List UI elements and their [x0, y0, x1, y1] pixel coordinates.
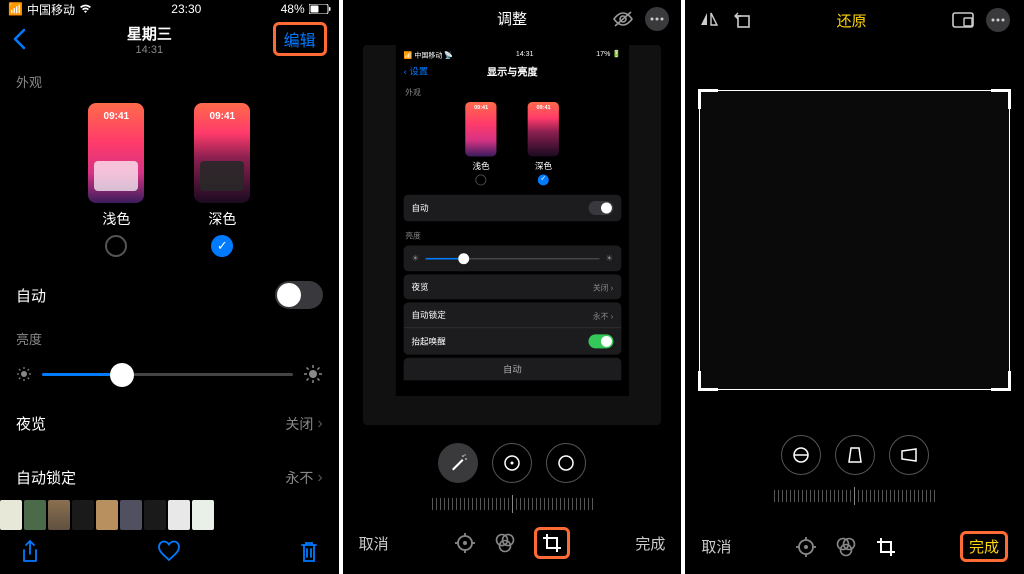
appearance-dark[interactable]: 09:41 深色 [194, 103, 250, 257]
horizontal-perspective-button[interactable] [889, 435, 929, 475]
crop-ruler[interactable] [685, 485, 1024, 507]
crop-header: 还原 [685, 0, 1024, 40]
filters-icon[interactable] [494, 533, 516, 553]
edit-title: 调整 [497, 8, 527, 29]
crop-handle-bl[interactable] [698, 371, 718, 391]
brightness-slider[interactable] [0, 352, 339, 396]
crop-icon[interactable] [534, 527, 570, 559]
crop-handle-br[interactable] [991, 371, 1011, 391]
filters-icon[interactable] [835, 537, 857, 557]
appearance-section-label: 外观 [0, 64, 339, 95]
appearance-options: 09:41 浅色 09:41 深色 [0, 95, 339, 269]
crop-handle-tr[interactable] [991, 89, 1011, 109]
slider-thumb[interactable] [110, 363, 134, 387]
status-time: 23:30 [171, 2, 201, 16]
signal-icon: 📶 [8, 2, 23, 16]
chevron-right-icon: › [317, 415, 322, 433]
sun-small-icon [16, 366, 32, 382]
cancel-button[interactable]: 取消 [359, 533, 389, 554]
share-icon[interactable] [20, 540, 40, 564]
crop-mode-buttons [685, 435, 1024, 475]
radio-dark[interactable] [211, 235, 233, 257]
panel-display-settings: 📶 中国移动 23:30 48% 星期三 14:31 编辑 外观 09:41 浅… [0, 0, 339, 574]
edit-bottom-bar: 取消 完成 [343, 515, 682, 571]
chevron-right-icon: › [317, 469, 322, 487]
aspect-ratio-icon[interactable] [952, 12, 974, 28]
flip-icon[interactable] [699, 11, 719, 29]
cancel-button[interactable]: 取消 [701, 536, 731, 557]
done-button[interactable]: 完成 [635, 533, 665, 554]
battery-icon [309, 4, 331, 14]
header: 星期三 14:31 编辑 [0, 18, 339, 64]
adjust-icon[interactable] [454, 532, 476, 554]
auto-lock-row[interactable]: 自动锁定 永不› [0, 455, 339, 500]
done-button[interactable]: 完成 [960, 531, 1008, 562]
radio-light[interactable] [105, 235, 127, 257]
sun-large-icon [303, 364, 323, 384]
trash-icon[interactable] [299, 540, 319, 564]
auto-row[interactable]: 自动 [0, 269, 339, 321]
adjust-buttons [343, 433, 682, 493]
crop-bottom-bar: 取消 完成 [685, 519, 1024, 574]
visibility-icon[interactable] [611, 10, 635, 28]
vertical-perspective-button[interactable] [835, 435, 875, 475]
header-time: 14:31 [127, 44, 172, 56]
panel-edit-crop: 还原 取消 [685, 0, 1024, 574]
more-icon[interactable] [645, 7, 669, 31]
brightness-section-label: 亮度 [0, 321, 339, 352]
adjust-icon[interactable] [795, 536, 817, 558]
auto-toggle[interactable] [275, 281, 323, 309]
carrier-text: 中国移动 [27, 1, 75, 18]
status-bar: 📶 中国移动 23:30 48% [0, 0, 339, 18]
crop-handle-tl[interactable] [698, 89, 718, 109]
magic-wand-button[interactable] [438, 443, 478, 483]
straighten-button[interactable] [781, 435, 821, 475]
night-shift-row[interactable]: 夜览 关闭› [0, 401, 339, 446]
reset-button[interactable]: 还原 [837, 10, 867, 31]
bottom-toolbar [0, 530, 339, 574]
header-day: 星期三 [127, 23, 172, 44]
panel-edit-adjust: 调整 📶 中国移动 📡 14:31 17% 🔋 ‹ 设置 显示与亮度 外观 [343, 0, 682, 574]
exposure-button[interactable] [492, 443, 532, 483]
edit-button[interactable]: 编辑 [273, 22, 327, 56]
contrast-button[interactable] [546, 443, 586, 483]
mini-signal-icon: 📶 [403, 51, 412, 59]
appearance-light[interactable]: 09:41 浅色 [88, 103, 144, 257]
thumbnail-strip[interactable] [0, 500, 339, 530]
crop-icon[interactable] [875, 536, 897, 558]
battery-text: 48% [281, 2, 305, 16]
rotate-icon[interactable] [733, 11, 751, 29]
heart-icon[interactable] [157, 540, 181, 564]
more-icon[interactable] [986, 8, 1010, 32]
adjust-ruler[interactable] [343, 493, 682, 515]
edit-header: 调整 [343, 0, 682, 37]
crop-frame[interactable] [699, 90, 1010, 390]
wifi-icon [79, 4, 92, 14]
back-button[interactable] [12, 28, 26, 50]
preview-image: 📶 中国移动 📡 14:31 17% 🔋 ‹ 设置 显示与亮度 外观 09:41… [363, 45, 662, 425]
